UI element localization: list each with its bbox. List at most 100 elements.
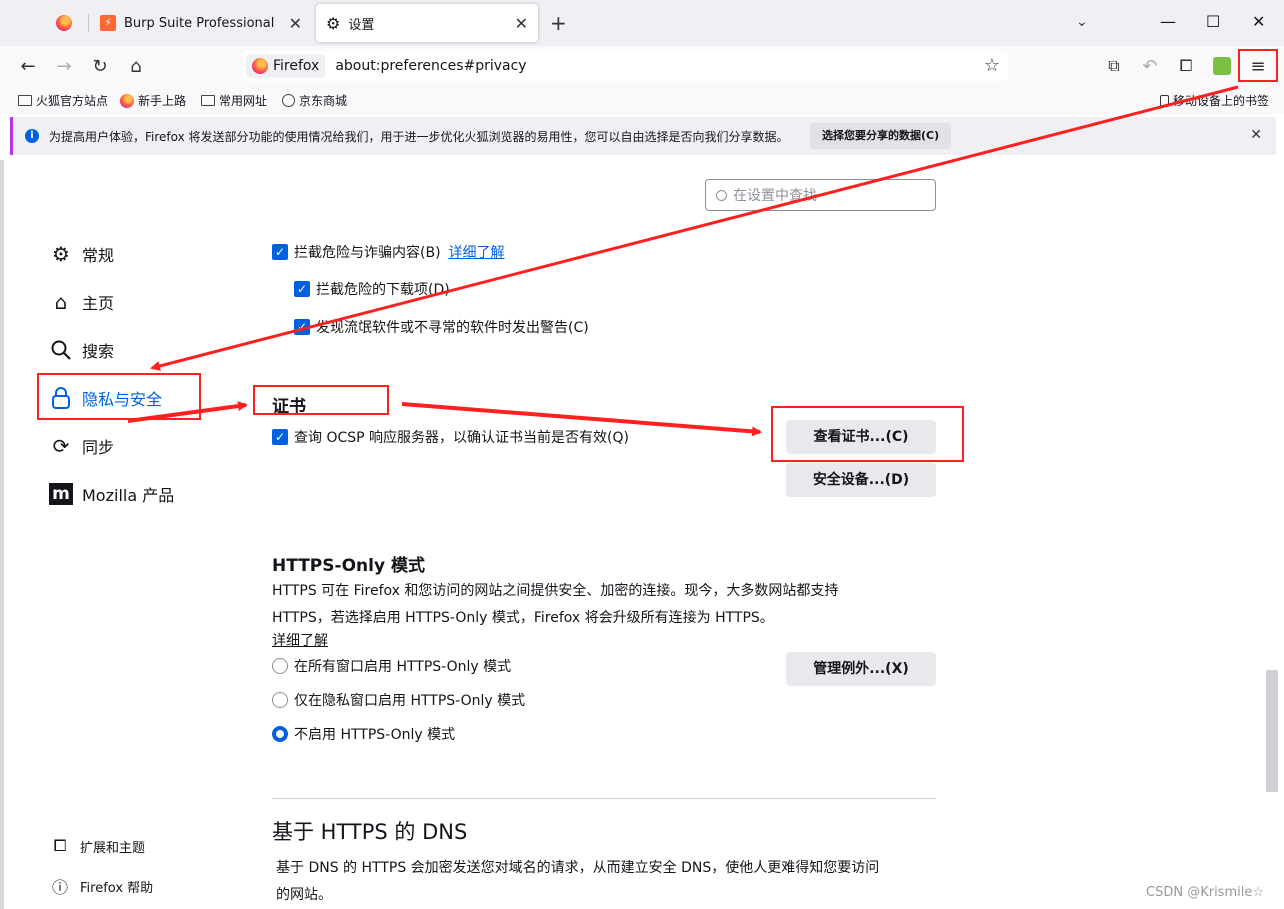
sync-icon: ⟳ [52, 434, 70, 458]
manage-exceptions-button[interactable]: 管理例外...(X) [786, 652, 936, 686]
choose-data-button[interactable]: 选择您要分享的数据(C) [810, 123, 952, 149]
close-icon[interactable]: ✕ [289, 14, 302, 33]
home-button[interactable]: ⌂ [124, 54, 148, 78]
tab-settings[interactable]: ⚙ 设置 ✕ [316, 4, 538, 42]
annotation-box-view-certificates [771, 406, 964, 462]
gear-icon: ⚙ [52, 242, 70, 266]
new-tab-button[interactable]: + [550, 11, 567, 35]
url-text[interactable]: about:preferences#privacy [335, 58, 526, 74]
mozilla-icon: m [48, 481, 74, 507]
sidebar-item-label: 搜索 [82, 342, 115, 361]
https-only-heading: HTTPS-Only 模式 [272, 556, 425, 576]
radio-label: 在所有窗口启用 HTTPS-Only 模式 [294, 659, 512, 675]
radio-https-disabled[interactable]: 不启用 HTTPS-Only 模式 [272, 724, 455, 744]
sidebar-item-home[interactable]: ⌂ 主页 [48, 284, 114, 320]
radio-button[interactable] [272, 692, 288, 708]
radio-button[interactable] [272, 658, 288, 674]
help-icon: ⓘ [51, 878, 68, 897]
back-button[interactable]: ← [16, 54, 40, 78]
radio-button-selected[interactable] [272, 726, 288, 742]
folder-icon [18, 95, 32, 106]
mobile-bookmarks[interactable]: 移动设备上的书签 [1160, 92, 1269, 109]
learn-more-link[interactable]: 详细了解 [449, 242, 505, 262]
sidebar-item-search[interactable]: 搜索 [48, 332, 114, 368]
profile-avatar[interactable] [1210, 54, 1234, 78]
learn-more-link[interactable]: 详细了解 [272, 630, 328, 650]
security-devices-button[interactable]: 安全设备...(D) [786, 463, 936, 497]
sidebar-item-mozilla[interactable]: m Mozilla 产品 [48, 476, 174, 512]
close-icon[interactable]: ✕ [515, 14, 528, 33]
tab-separator [88, 14, 89, 32]
bookmark-label: 移动设备上的书签 [1173, 94, 1270, 108]
tab-pinned-firefox[interactable] [42, 4, 86, 42]
star-icon[interactable]: ☆ [984, 55, 1000, 76]
block-dangerous-checkbox[interactable]: ✓ 拦截危险与诈骗内容(B) 详细了解 [272, 242, 505, 262]
gear-icon: ⚙ [326, 13, 341, 33]
maximize-button[interactable]: ☐ [1206, 12, 1220, 31]
forward-button[interactable]: → [52, 54, 76, 78]
sidebar-extensions[interactable]: ⧠ 扩展和主题 [50, 836, 145, 856]
annotation-box-privacy [37, 373, 201, 420]
bookmark-item[interactable]: 常用网址 [201, 92, 267, 109]
ocsp-checkbox[interactable]: ✓ 查询 OCSP 响应服务器，以确认证书当前是否有效(Q) [272, 427, 629, 447]
checkbox-label: 拦截危险与诈骗内容(B) [294, 245, 441, 261]
sidebar-item-label: Mozilla 产品 [82, 486, 175, 505]
annotation-box-certificates [253, 385, 389, 415]
radio-https-private-windows[interactable]: 仅在隐私窗口启用 HTTPS-Only 模式 [272, 690, 525, 710]
bookmark-item[interactable]: 新手上路 [120, 92, 186, 109]
tab-strip: ⚡ Burp Suite Professional ✕ ⚙ 设置 ✕ + ⌄ —… [0, 0, 1284, 46]
checkbox-checked[interactable]: ✓ [294, 281, 310, 297]
crop-icon[interactable]: ⧉ [1102, 54, 1126, 78]
annotation-box-menu [1238, 49, 1278, 82]
reload-button[interactable]: ↻ [88, 54, 112, 78]
firefox-icon [120, 93, 134, 108]
identity-box[interactable]: Firefox [246, 54, 326, 78]
bookmark-item[interactable]: 京东商城 [282, 92, 347, 109]
search-icon [48, 337, 74, 363]
sidebar-help[interactable]: ⓘ Firefox 帮助 [50, 874, 153, 898]
search-input[interactable]: 在设置中查找 [705, 179, 936, 211]
bookmark-label: 新手上路 [138, 94, 187, 108]
chevron-down-icon[interactable]: ⌄ [1076, 14, 1088, 30]
undo-icon[interactable]: ↶ [1138, 54, 1162, 78]
checkbox-label: 查询 OCSP 响应服务器，以确认证书当前是否有效(Q) [294, 430, 629, 446]
search-icon [716, 189, 727, 201]
https-only-description: HTTPS 可在 Firefox 和您访问的网站之间提供安全、加密的连接。现今，… [272, 583, 839, 599]
extensions-icon[interactable]: ⧠ [1174, 54, 1198, 78]
checkbox-checked[interactable]: ✓ [272, 244, 288, 260]
checkbox-checked[interactable]: ✓ [272, 429, 288, 445]
sidebar-item-label: 主页 [82, 294, 115, 313]
watermark: CSDN @Krismile☆ [1146, 885, 1264, 900]
bookmark-item[interactable]: 火狐官方站点 [18, 92, 108, 109]
home-icon: ⌂ [54, 290, 68, 314]
identity-label: Firefox [273, 58, 320, 74]
dns-description: 基于 DNS 的 HTTPS 会加密发送您对域名的请求，从而建立安全 DNS，使… [276, 860, 880, 876]
checkbox-label: 拦截危险的下载项(D) [316, 282, 450, 298]
window-close-button[interactable]: ✕ [1252, 12, 1265, 31]
globe-icon [282, 94, 295, 107]
sidebar-item-label: Firefox 帮助 [80, 880, 154, 896]
radio-https-all-windows[interactable]: 在所有窗口启用 HTTPS-Only 模式 [272, 656, 511, 676]
info-icon: i [25, 129, 39, 143]
sidebar-item-sync[interactable]: ⟳ 同步 [48, 428, 114, 464]
mobile-icon [1160, 94, 1169, 107]
close-icon[interactable]: ✕ [1250, 127, 1262, 143]
section-divider [272, 798, 936, 799]
puzzle-icon: ⧠ [53, 836, 67, 855]
dns-description: 的网站。 [276, 887, 332, 903]
bookmark-label: 京东商城 [299, 94, 348, 108]
firefox-icon [56, 15, 72, 31]
firefox-icon [252, 58, 268, 74]
scrollbar[interactable] [1266, 670, 1278, 792]
minimize-button[interactable]: — [1160, 12, 1176, 31]
warn-unwanted-checkbox[interactable]: ✓ 发现流氓软件或不寻常的软件时发出警告(C) [294, 317, 589, 337]
url-bar[interactable]: Firefox about:preferences#privacy ☆ [243, 51, 1008, 81]
tab-label: Burp Suite Professional [124, 15, 275, 31]
sidebar-item-general[interactable]: ⚙ 常规 [48, 236, 114, 272]
checkbox-label: 发现流氓软件或不寻常的软件时发出警告(C) [316, 320, 589, 336]
bookmarks-toolbar: 火狐官方站点 新手上路 常用网址 京东商城 移动设备上的书签 [0, 86, 1284, 114]
block-downloads-checkbox[interactable]: ✓ 拦截危险的下载项(D) [294, 279, 450, 299]
tab-burp-suite[interactable]: ⚡ Burp Suite Professional ✕ [90, 4, 312, 42]
https-only-description: HTTPS，若选择启用 HTTPS-Only 模式，Firefox 将会升级所有… [272, 610, 774, 626]
checkbox-checked[interactable]: ✓ [294, 319, 310, 335]
